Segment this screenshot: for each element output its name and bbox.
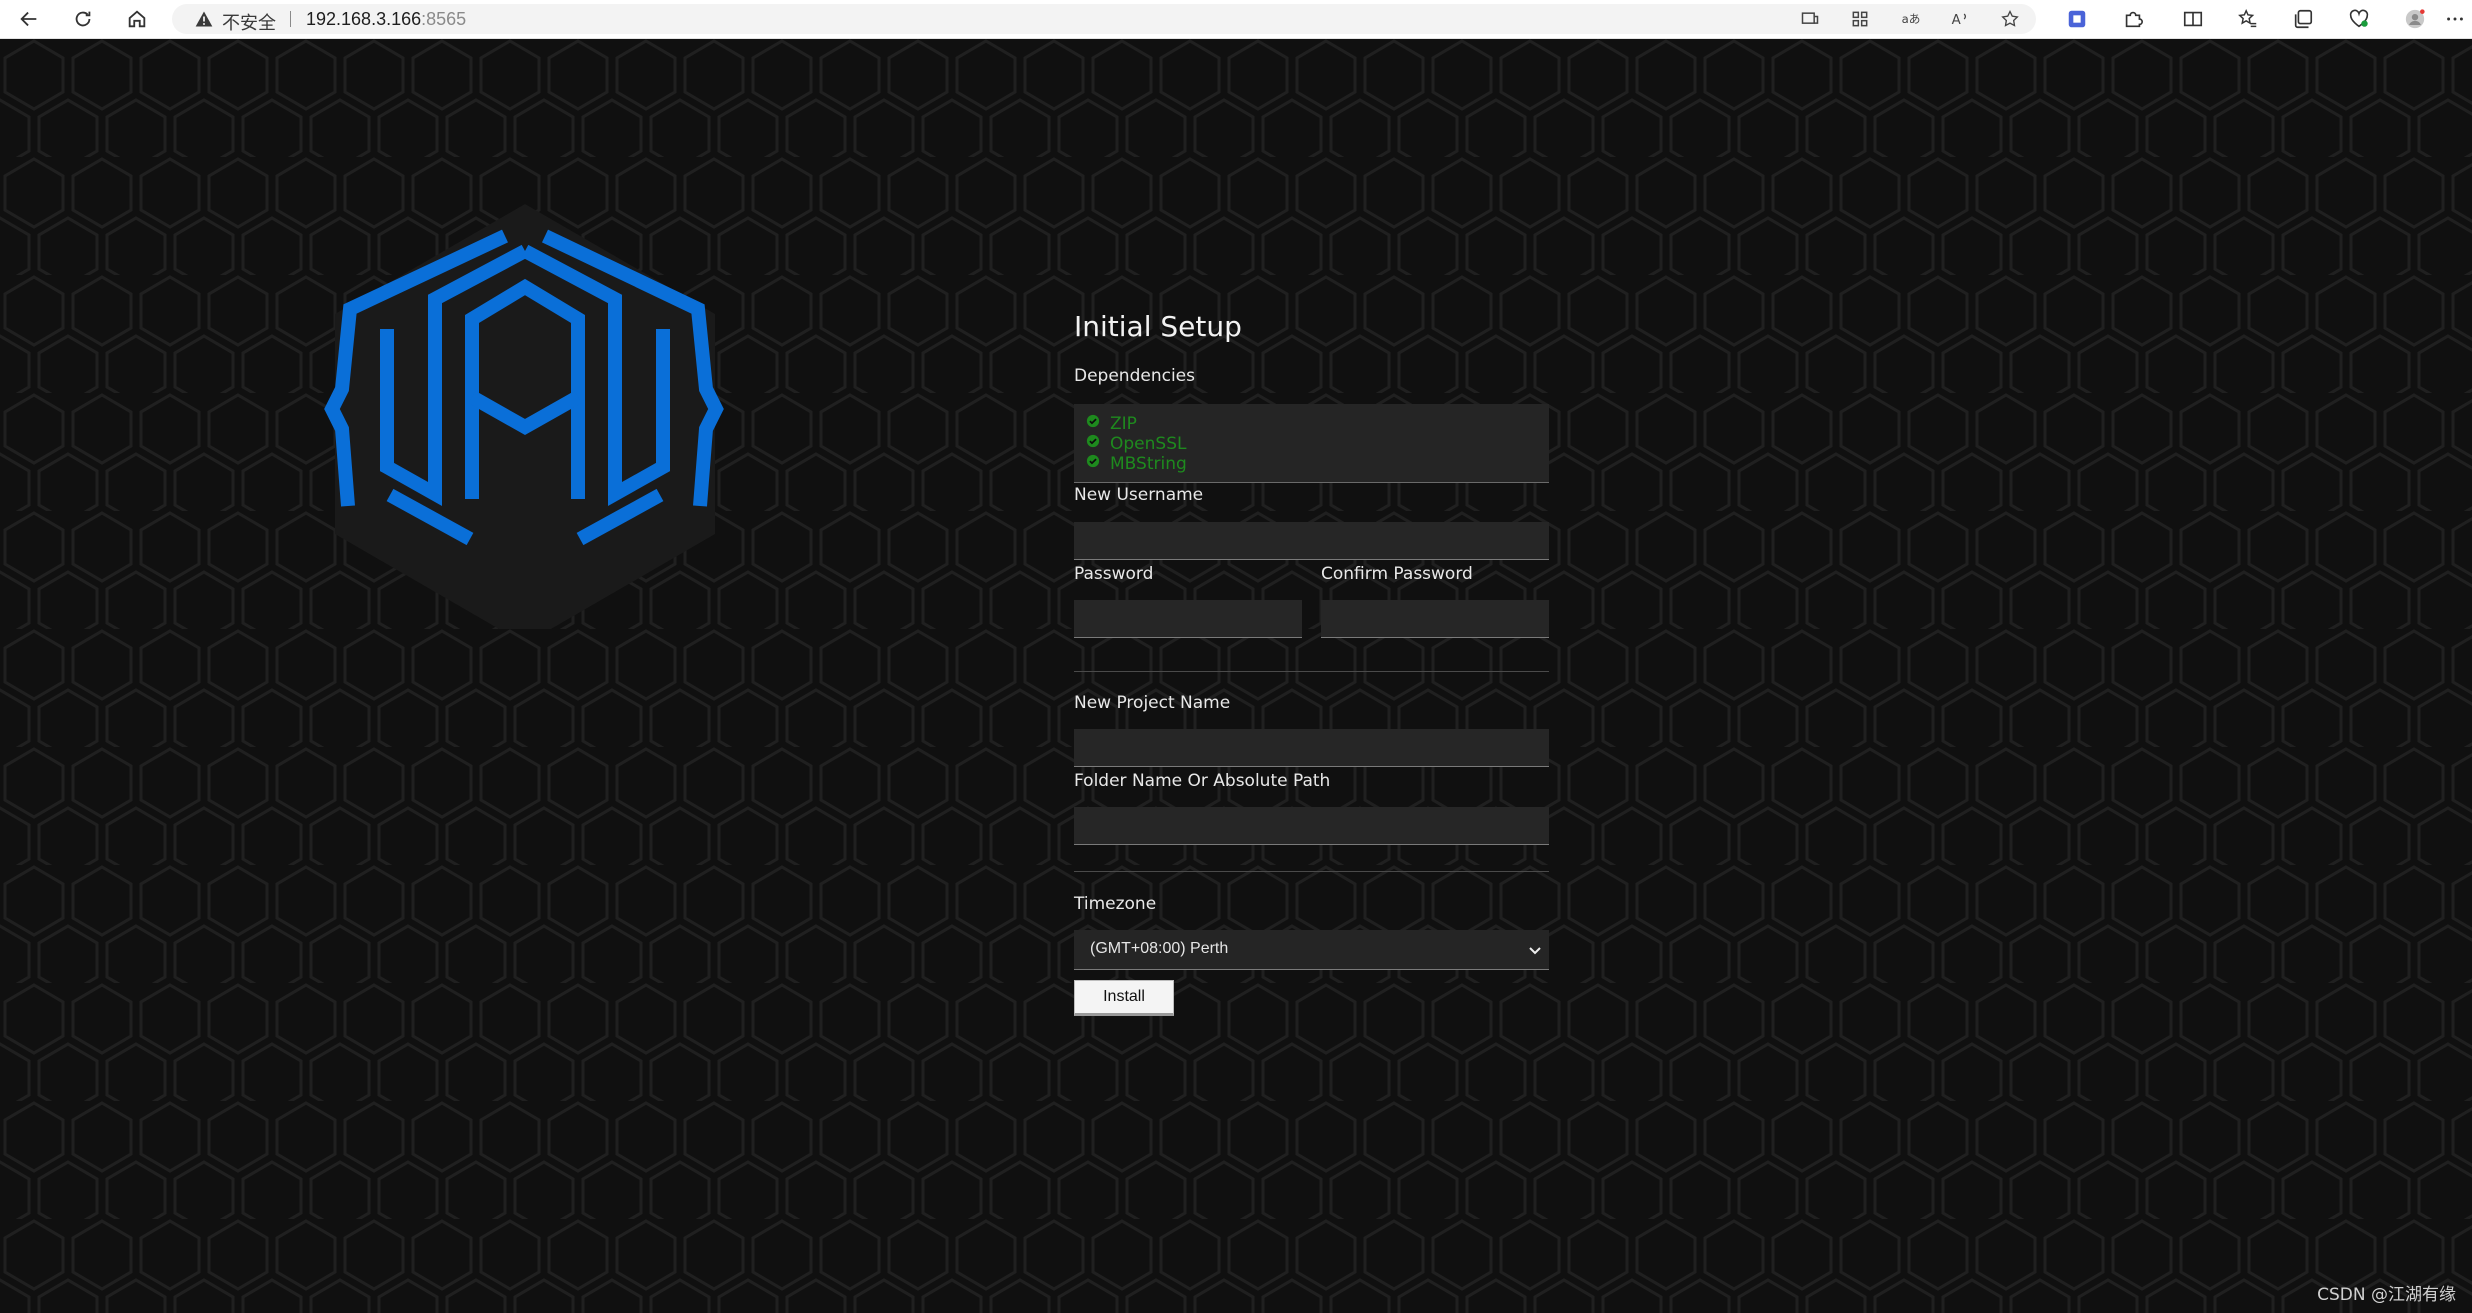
check-icon: [1086, 434, 1100, 448]
url-host: 192.168.3.166: [306, 9, 422, 29]
dependency-name: MBString: [1110, 454, 1187, 474]
timezone-select[interactable]: (GMT+08:00) Perth: [1074, 930, 1549, 970]
dependency-name: ZIP: [1110, 414, 1137, 434]
url-text[interactable]: 192.168.3.166:8565: [306, 9, 466, 30]
url-port: :8565: [421, 9, 467, 29]
security-status-label[interactable]: 不安全: [222, 9, 276, 35]
section-divider: [1074, 871, 1549, 872]
watermark-text: CSDN @江湖有缘: [2317, 1285, 2456, 1305]
password-input[interactable]: [1074, 600, 1302, 638]
collections-icon[interactable]: [2288, 4, 2318, 34]
username-label: New Username: [1074, 485, 1204, 505]
password-label: Password: [1074, 564, 1154, 584]
more-icon[interactable]: [2440, 4, 2470, 34]
install-button[interactable]: Install: [1074, 980, 1174, 1016]
page-title: Initial Setup: [1074, 310, 1242, 343]
profile-icon[interactable]: [2400, 4, 2430, 34]
favorite-star-icon[interactable]: [2000, 9, 2020, 29]
health-icon[interactable]: [2344, 4, 2374, 34]
dependency-item: ZIP: [1086, 414, 1137, 434]
dependency-item: MBString: [1086, 454, 1187, 474]
svg-text:aあ: aあ: [1902, 12, 1920, 26]
confirm-password-input[interactable]: [1321, 600, 1549, 638]
page-background: Initial Setup Dependencies ZIP OpenSSL M…: [0, 39, 2472, 1313]
apps-icon[interactable]: [1850, 9, 1870, 29]
translate-icon[interactable]: aあ: [1900, 9, 1921, 29]
back-icon[interactable]: [14, 4, 44, 34]
home-icon[interactable]: [122, 4, 152, 34]
read-aloud-icon[interactable]: A: [1950, 9, 1970, 29]
dependencies-label: Dependencies: [1074, 366, 1195, 386]
check-icon: [1086, 414, 1100, 428]
refresh-icon[interactable]: [68, 4, 98, 34]
check-icon: [1086, 454, 1100, 468]
dependency-item: OpenSSL: [1086, 434, 1186, 454]
chevron-down-icon: [1529, 947, 1541, 955]
timezone-selected-value: (GMT+08:00) Perth: [1090, 940, 1229, 957]
browser-toolbar: 不安全 192.168.3.166:8565 aあ A: [0, 0, 2472, 39]
reader-view-icon[interactable]: [1800, 9, 1820, 29]
extension-icon[interactable]: [2062, 4, 2092, 34]
section-divider: [1074, 671, 1549, 672]
favorites-icon[interactable]: [2233, 4, 2263, 34]
svg-text:A: A: [1952, 13, 1961, 28]
puzzle-icon[interactable]: [2118, 4, 2148, 34]
username-input[interactable]: [1074, 522, 1549, 560]
dependencies-list: ZIP OpenSSL MBString: [1074, 404, 1549, 483]
folder-path-input[interactable]: [1074, 807, 1549, 845]
address-separator: [290, 11, 291, 27]
project-name-input[interactable]: [1074, 729, 1549, 767]
split-screen-icon[interactable]: [2178, 4, 2208, 34]
folder-path-label: Folder Name Or Absolute Path: [1074, 771, 1331, 791]
warning-icon: [195, 11, 213, 27]
address-bar[interactable]: 不安全 192.168.3.166:8565 aあ A: [172, 4, 2036, 34]
confirm-password-label: Confirm Password: [1321, 564, 1473, 584]
hexagon-logo: [324, 204, 724, 629]
dependency-name: OpenSSL: [1110, 434, 1187, 454]
project-name-label: New Project Name: [1074, 693, 1231, 713]
timezone-label: Timezone: [1074, 894, 1157, 914]
